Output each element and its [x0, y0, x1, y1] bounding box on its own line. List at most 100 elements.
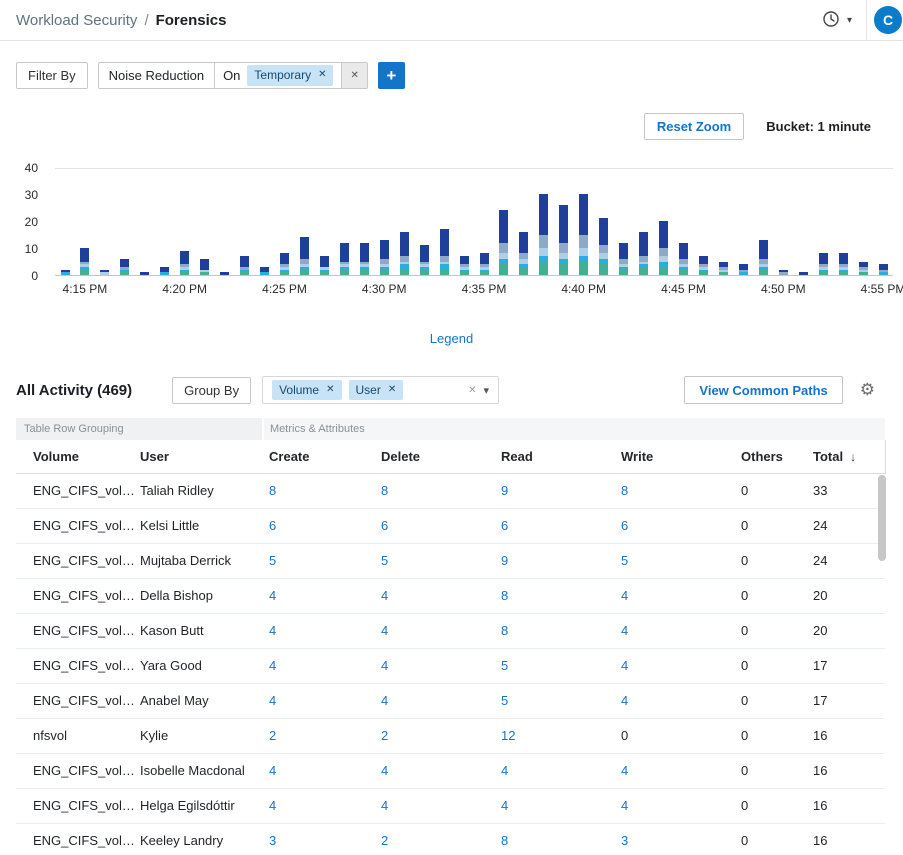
col-header-volume[interactable]: Volume [16, 440, 134, 473]
chart-bar[interactable] [480, 253, 489, 275]
chart-bar[interactable] [539, 194, 548, 275]
table-row[interactable]: ENG_CIFS_vol…Yara Good4454017 [16, 648, 885, 683]
create-count-link[interactable]: 8 [269, 483, 276, 498]
create-count-link[interactable]: 3 [269, 833, 276, 848]
col-header-create[interactable]: Create [263, 440, 375, 473]
add-filter-button[interactable]: + [378, 62, 405, 89]
read-count-link[interactable]: 8 [501, 623, 508, 638]
create-count-link[interactable]: 4 [269, 798, 276, 813]
table-row[interactable]: ENG_CIFS_vol…Keeley Landry3283016 [16, 823, 885, 855]
col-header-delete[interactable]: Delete [375, 440, 495, 473]
read-count-link[interactable]: 4 [501, 763, 508, 778]
legend-toggle[interactable]: Legend [430, 331, 473, 346]
delete-count-link[interactable]: 2 [381, 728, 388, 743]
col-header-user[interactable]: User [134, 440, 263, 473]
delete-count-link[interactable]: 4 [381, 658, 388, 673]
remove-filter-value-icon[interactable]: ✕ [318, 69, 326, 81]
remove-group-by-icon[interactable]: ✕ [326, 384, 334, 396]
write-count-link[interactable]: 8 [621, 483, 628, 498]
read-count-link[interactable]: 9 [501, 553, 508, 568]
create-count-link[interactable]: 6 [269, 518, 276, 533]
table-row[interactable]: nfsvolKylie22120016 [16, 718, 885, 753]
chart-bar[interactable] [61, 270, 70, 275]
read-count-link[interactable]: 12 [501, 728, 515, 743]
create-count-link[interactable]: 4 [269, 693, 276, 708]
write-count-link[interactable]: 5 [621, 553, 628, 568]
chart-bar[interactable] [499, 210, 508, 275]
group-by-button[interactable]: Group By [172, 377, 251, 404]
write-count-link[interactable]: 4 [621, 588, 628, 603]
chart-bar[interactable] [340, 243, 349, 275]
read-count-link[interactable]: 4 [501, 798, 508, 813]
chart-bar[interactable] [799, 272, 808, 275]
delete-count-link[interactable]: 8 [381, 483, 388, 498]
chart-bar[interactable] [739, 264, 748, 275]
chart-bar[interactable] [80, 248, 89, 275]
delete-count-link[interactable]: 4 [381, 623, 388, 638]
delete-count-link[interactable]: 5 [381, 553, 388, 568]
write-count-link[interactable]: 4 [621, 658, 628, 673]
col-header-others[interactable]: Others [735, 440, 807, 473]
create-count-link[interactable]: 4 [269, 623, 276, 638]
chart-bar[interactable] [699, 256, 708, 275]
delete-count-link[interactable]: 6 [381, 518, 388, 533]
remove-group-by-icon[interactable]: ✕ [388, 384, 396, 396]
chart-bar[interactable] [420, 245, 429, 275]
group-by-chip[interactable]: User✕ [349, 380, 404, 400]
chart-bar[interactable] [180, 251, 189, 275]
delete-count-link[interactable]: 2 [381, 833, 388, 848]
delete-count-link[interactable]: 4 [381, 763, 388, 778]
table-row[interactable]: ENG_CIFS_vol…Kason Butt4484020 [16, 613, 885, 648]
chart-bar[interactable] [659, 221, 668, 275]
write-count-link[interactable]: 4 [621, 763, 628, 778]
delete-count-link[interactable]: 4 [381, 588, 388, 603]
group-by-chip[interactable]: Volume✕ [272, 380, 341, 400]
chart-bar[interactable] [559, 205, 568, 275]
chart-bar[interactable] [240, 256, 249, 275]
chart-plot[interactable] [55, 168, 893, 276]
table-row[interactable]: ENG_CIFS_vol…Kelsi Little6666024 [16, 508, 885, 543]
table-row[interactable]: ENG_CIFS_vol…Taliah Ridley8898033 [16, 473, 885, 508]
chart-bar[interactable] [759, 240, 768, 275]
filter-value-chip[interactable]: Temporary✕ [247, 65, 333, 85]
view-common-paths-button[interactable]: View Common Paths [684, 376, 842, 404]
delete-count-link[interactable]: 4 [381, 798, 388, 813]
chart-bar[interactable] [220, 272, 229, 275]
chart-bar[interactable] [360, 243, 369, 275]
chart-bar[interactable] [160, 267, 169, 275]
chart-bar[interactable] [719, 262, 728, 275]
write-count-link[interactable]: 4 [621, 693, 628, 708]
read-count-link[interactable]: 9 [501, 483, 508, 498]
chart-bar[interactable] [400, 232, 409, 275]
write-count-link[interactable]: 4 [621, 623, 628, 638]
table-row[interactable]: ENG_CIFS_vol…Mujtaba Derrick5595024 [16, 543, 885, 578]
chart-bar[interactable] [280, 253, 289, 275]
read-count-link[interactable]: 8 [501, 833, 508, 848]
chart-bar[interactable] [839, 253, 848, 275]
read-count-link[interactable]: 8 [501, 588, 508, 603]
table-row[interactable]: ENG_CIFS_vol…Isobelle Macdonal4444016 [16, 753, 885, 788]
chart-bar[interactable] [859, 262, 868, 275]
chart-bar[interactable] [440, 229, 449, 275]
chart-bar[interactable] [879, 264, 888, 275]
group-by-select[interactable]: Volume✕ User✕ ✕ ▾ [262, 376, 499, 404]
chevron-down-icon[interactable]: ▾ [484, 384, 490, 397]
read-count-link[interactable]: 6 [501, 518, 508, 533]
create-count-link[interactable]: 4 [269, 588, 276, 603]
create-count-link[interactable]: 5 [269, 553, 276, 568]
write-count-link[interactable]: 4 [621, 798, 628, 813]
chart-bar[interactable] [779, 270, 788, 275]
clear-filter-button[interactable]: ✕ [341, 63, 366, 88]
chart-bar[interactable] [100, 270, 109, 275]
chart-bar[interactable] [320, 256, 329, 275]
chart-bar[interactable] [639, 232, 648, 275]
chart-bar[interactable] [819, 253, 828, 275]
chart-bar[interactable] [200, 259, 209, 275]
chart-bar[interactable] [140, 272, 149, 275]
chart-bar[interactable] [300, 237, 309, 275]
col-header-write[interactable]: Write [615, 440, 735, 473]
avatar[interactable]: C [874, 6, 902, 34]
chart-bar[interactable] [380, 240, 389, 275]
clear-group-by-icon[interactable]: ✕ [468, 385, 476, 396]
chart-bar[interactable] [599, 218, 608, 275]
